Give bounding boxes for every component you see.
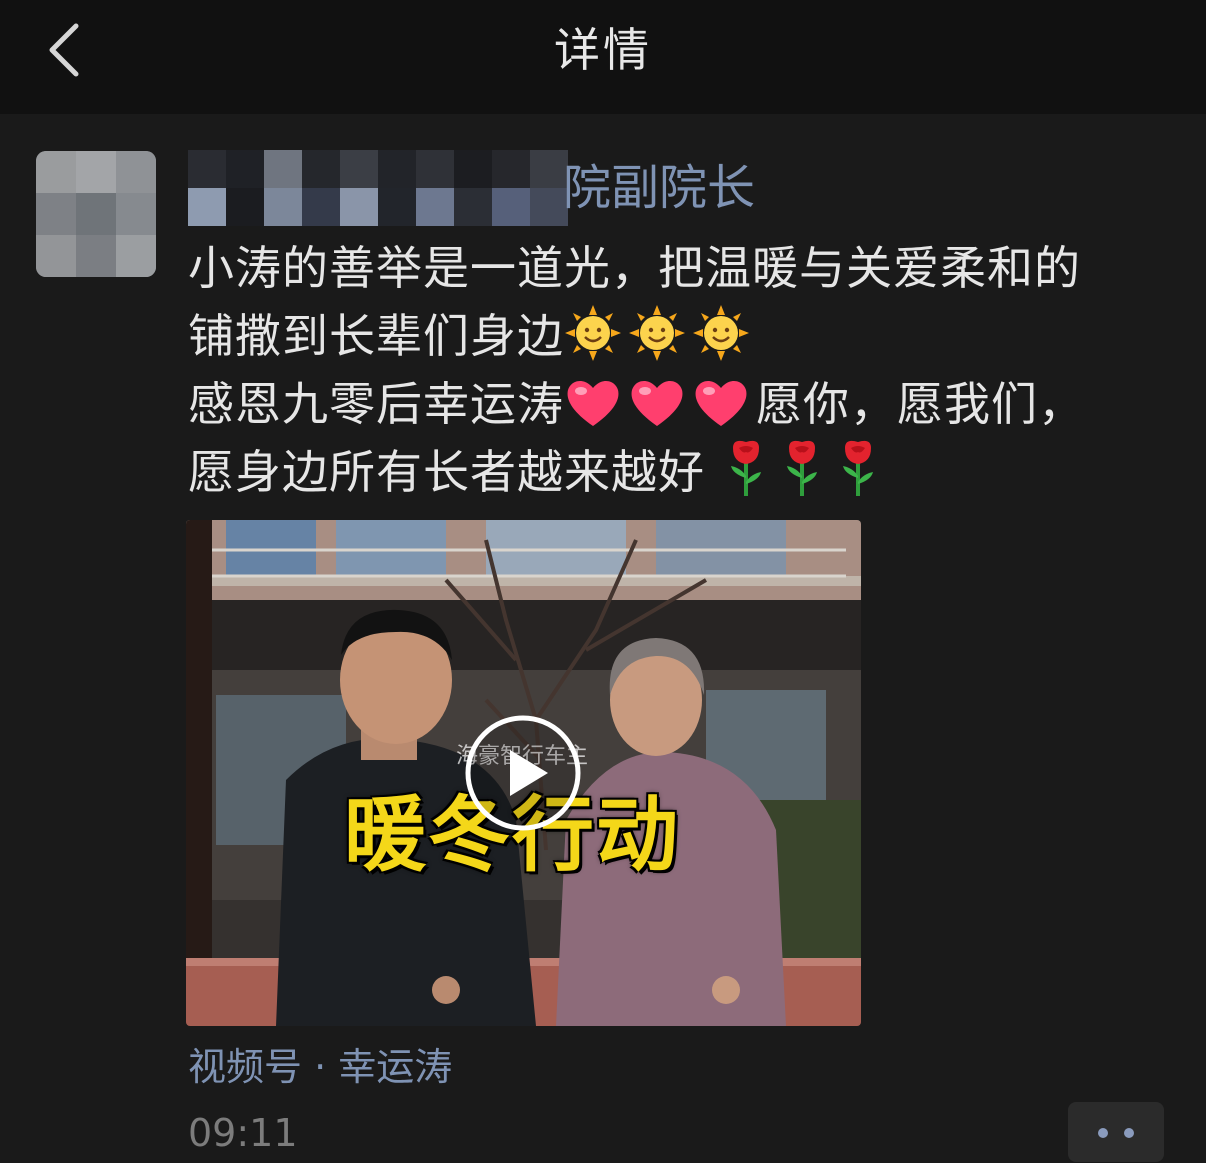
author-name-suffix: 院副院长	[563, 160, 756, 216]
post-line-text: 铺撒到长辈们身边	[188, 309, 564, 363]
post-line-text: 小涛的善举是一道光，把温暖与关爱柔和的	[188, 241, 1081, 295]
author-name-mosaic	[188, 150, 568, 226]
post-line-text: 感恩九零后幸运涛	[188, 377, 564, 431]
rose-icon	[842, 440, 873, 496]
top-navigation-bar: 详情	[0, 0, 1206, 114]
post-line: 小涛的善举是一道光，把温暖与关爱柔和的	[188, 234, 1178, 302]
post-line-text: 愿你，愿我们，	[756, 377, 1085, 431]
play-icon	[465, 715, 581, 831]
post-line: 铺撒到长辈们身边	[188, 302, 1178, 370]
post-line-text: 愿身边所有长者越来越好	[188, 445, 705, 499]
more-button[interactable]	[1068, 1102, 1164, 1162]
heart-icon	[567, 381, 619, 426]
heart-icon	[695, 381, 747, 426]
rose-icon	[730, 440, 761, 496]
sun-face-icon	[565, 305, 621, 361]
post-line: 感恩九零后幸运涛 愿你，愿我们，	[188, 370, 1178, 438]
play-button[interactable]	[464, 714, 582, 832]
post-time: 09:11	[188, 1111, 298, 1155]
post-content: 小涛的善举是一道光，把温暖与关爱柔和的 铺撒到长辈们身边 感恩九零后幸运涛 愿你，…	[188, 234, 1178, 506]
sun-face-icon	[629, 305, 685, 361]
avatar[interactable]	[36, 151, 156, 277]
sun-face-icon	[693, 305, 749, 361]
heart-icon	[631, 381, 683, 426]
post-line: 愿身边所有长者越来越好	[188, 438, 1178, 506]
video-card[interactable]: 海豪智行车主 暖冬行动	[186, 520, 861, 1026]
author-name[interactable]: 院副院长	[188, 150, 788, 226]
rose-icon	[786, 440, 817, 496]
channel-link[interactable]: 视频号 · 幸运涛	[188, 1040, 452, 1094]
page-title: 详情	[554, 23, 652, 77]
